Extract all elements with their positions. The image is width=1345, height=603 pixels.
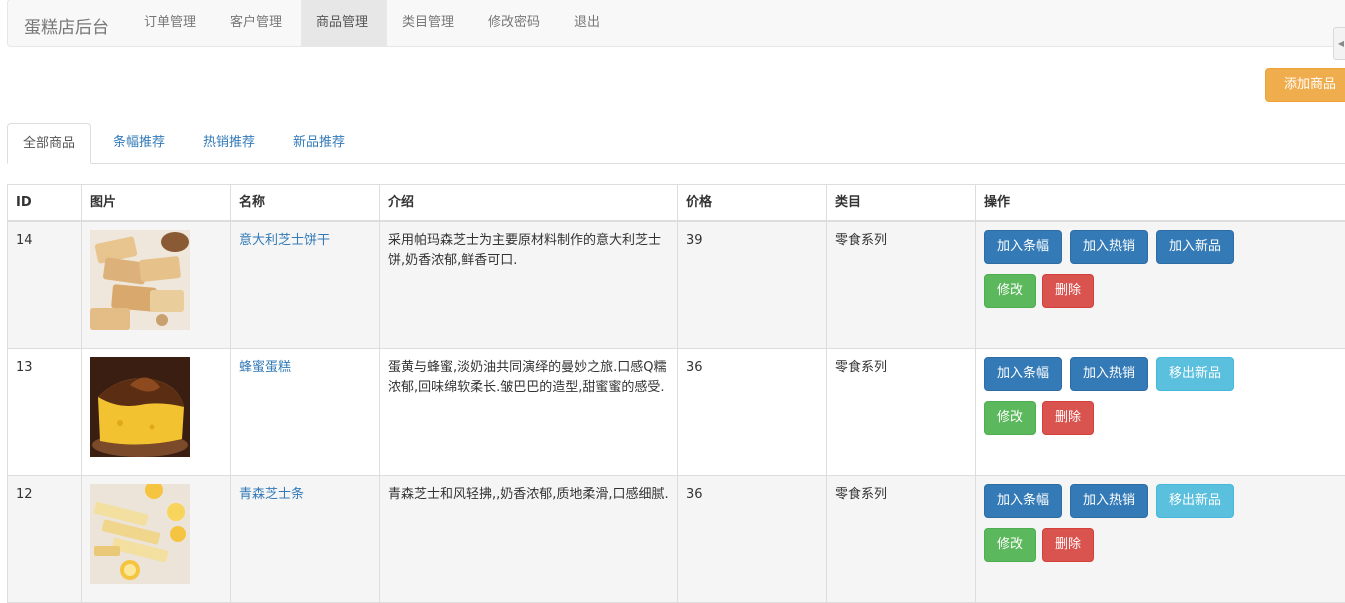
add-product-button[interactable]: 添加商品 [1265, 68, 1345, 102]
table-row: 12 青森芝士条 青森芝士和风轻拂,,奶香浓郁,质地柔滑,口感细腻. 36 零食… [7, 476, 1345, 603]
cell-description: 采用帕玛森芝士为主要原材料制作的意大利芝士饼,奶香浓郁,鲜香可口. [379, 222, 677, 348]
brand-title[interactable]: 蛋糕店后台 [24, 13, 109, 38]
table-header-row: ID 图片 名称 介绍 价格 类目 操作 [7, 184, 1345, 222]
add-hot-button[interactable]: 加入热销 [1070, 357, 1149, 391]
cell-description: 青森芝士和风轻拂,,奶香浓郁,质地柔滑,口感细腻. [379, 476, 677, 602]
cell-price: 36 [677, 349, 826, 475]
remove-new-button[interactable]: 移出新品 [1156, 484, 1235, 518]
header-category: 类目 [826, 185, 975, 220]
header-description: 介绍 [379, 185, 677, 220]
add-banner-button[interactable]: 加入条幅 [984, 230, 1063, 264]
cell-image [81, 349, 230, 475]
header-name: 名称 [230, 185, 379, 220]
cell-actions: 加入条幅 加入热销 移出新品 修改 删除 [975, 476, 1345, 602]
nav-item-products[interactable]: 商品管理 [301, 0, 387, 46]
header-id: ID [7, 185, 81, 220]
nav-item-categories[interactable]: 类目管理 [387, 0, 469, 46]
edit-button[interactable]: 修改 [984, 528, 1037, 562]
product-name-link[interactable]: 青森芝士条 [239, 487, 304, 502]
add-banner-button[interactable]: 加入条幅 [984, 357, 1063, 391]
cell-category: 零食系列 [826, 222, 975, 348]
cell-category: 零食系列 [826, 349, 975, 475]
header-image: 图片 [81, 185, 230, 220]
cell-image [81, 222, 230, 348]
header-actions: 操作 [975, 185, 1345, 220]
product-name-link[interactable]: 意大利芝士饼干 [239, 233, 330, 248]
tab-new-recommend[interactable]: 新品推荐 [278, 123, 360, 164]
cell-category: 零食系列 [826, 476, 975, 602]
nav-item-customers[interactable]: 客户管理 [215, 0, 297, 46]
table-row: 14 意大利芝士饼干 采用帕玛森芝士为主要原材料制作的意大利芝士饼,奶香浓郁,鲜… [7, 222, 1345, 349]
cell-image [81, 476, 230, 602]
top-navbar: 蛋糕店后台 订单管理 客户管理 商品管理 类目管理 修改密码 退出 [7, 0, 1345, 47]
add-hot-button[interactable]: 加入热销 [1070, 230, 1149, 264]
product-name-link[interactable]: 蜂蜜蛋糕 [239, 360, 291, 375]
header-price: 价格 [677, 185, 826, 220]
table-row: 13 蜂蜜蛋糕 蛋黄与蜂蜜,淡奶油共同演绎的曼妙之旅.口感Q糯浓郁,回味绵软柔长… [7, 349, 1345, 476]
add-new-button[interactable]: 加入新品 [1156, 230, 1235, 264]
nav-item-change-password[interactable]: 修改密码 [473, 0, 555, 46]
cheese-biscuit-photo [90, 230, 190, 330]
cell-price: 39 [677, 222, 826, 348]
add-hot-button[interactable]: 加入热销 [1070, 484, 1149, 518]
honey-cake-photo [90, 357, 190, 457]
edit-button[interactable]: 修改 [984, 274, 1037, 308]
cell-actions: 加入条幅 加入热销 加入新品 修改 删除 [975, 222, 1345, 348]
delete-button[interactable]: 删除 [1042, 528, 1095, 562]
tab-all-products[interactable]: 全部商品 [7, 123, 92, 164]
cell-price: 36 [677, 476, 826, 602]
remove-new-button[interactable]: 移出新品 [1156, 357, 1235, 391]
cheese-stick-photo [90, 484, 190, 584]
delete-button[interactable]: 删除 [1042, 274, 1095, 308]
nav-item-orders[interactable]: 订单管理 [129, 0, 211, 46]
tab-banner-recommend[interactable]: 条幅推荐 [98, 123, 180, 164]
nav-item-logout[interactable]: 退出 [559, 0, 615, 46]
cell-description: 蛋黄与蜂蜜,淡奶油共同演绎的曼妙之旅.口感Q糯浓郁,回味绵软柔长.皱巴巴的造型,… [379, 349, 677, 475]
cell-actions: 加入条幅 加入热销 移出新品 修改 删除 [975, 349, 1345, 475]
tab-hot-recommend[interactable]: 热销推荐 [188, 123, 270, 164]
edit-button[interactable]: 修改 [984, 401, 1037, 435]
collapse-toggle-icon[interactable]: ◀ [1333, 27, 1345, 60]
add-banner-button[interactable]: 加入条幅 [984, 484, 1063, 518]
cell-id: 12 [7, 476, 81, 602]
cell-id: 14 [7, 222, 81, 348]
delete-button[interactable]: 删除 [1042, 401, 1095, 435]
cell-id: 13 [7, 349, 81, 475]
